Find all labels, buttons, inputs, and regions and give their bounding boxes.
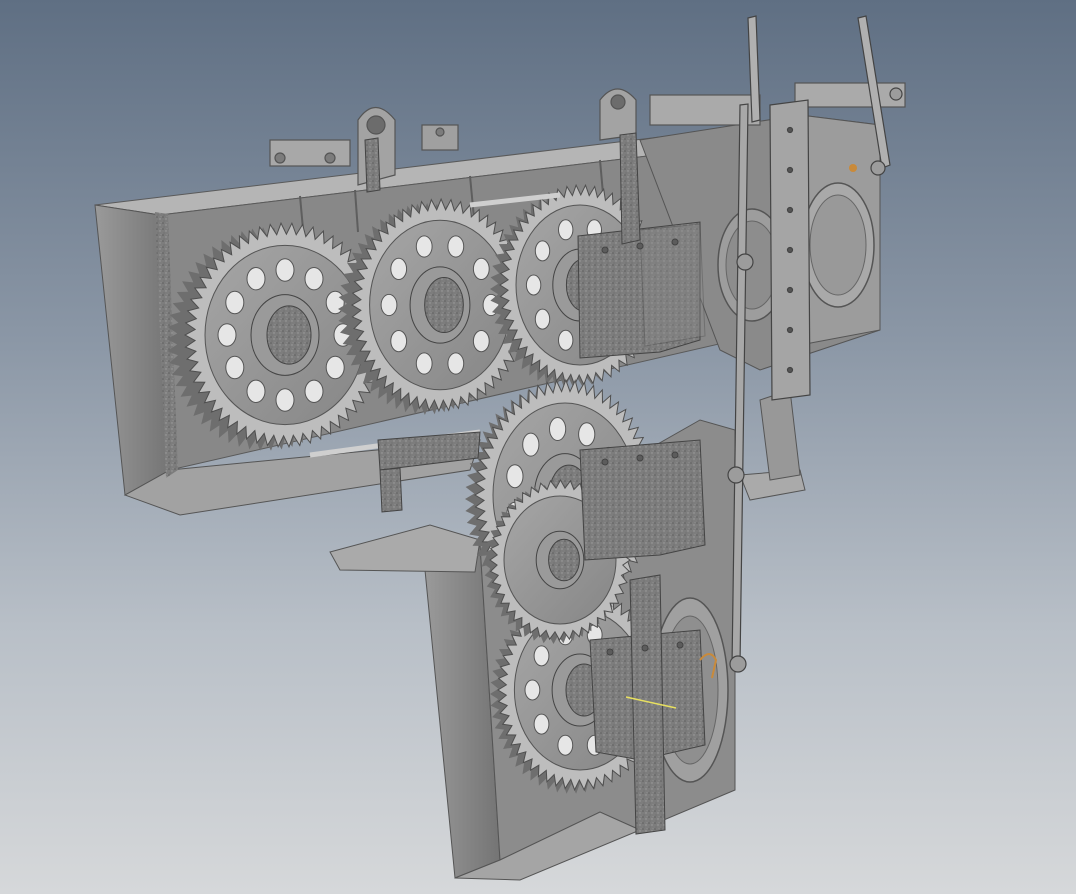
gearbox-model	[94, 15, 906, 881]
orange-pin	[849, 164, 857, 172]
cad-viewport[interactable]	[0, 0, 1076, 894]
